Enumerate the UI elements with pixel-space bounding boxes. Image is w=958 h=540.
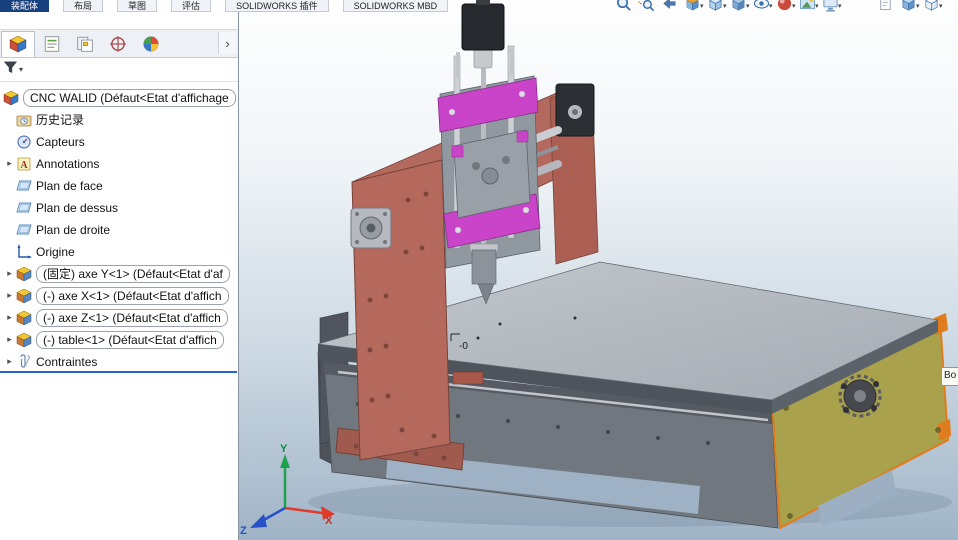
cube-outline-icon[interactable]: ▾ [923,0,946,13]
component-icon [16,288,33,304]
panel-top-space [0,11,238,29]
tree-item[interactable]: ▸ (-) axe Z<1> (Défaut<Etat d'affich [0,307,238,329]
filter-dropdown-caret-icon[interactable]: ▾ [19,65,23,74]
spindle[interactable] [471,249,497,285]
triad-x-label: X [325,515,333,527]
assembly-icon [3,90,20,106]
history-icon [16,112,33,128]
edge-tooltip: Bo [941,367,958,386]
command-tab[interactable]: 草图 [117,0,158,12]
gantry-column[interactable] [351,159,451,461]
expand-arrow-icon[interactable]: ▸ [3,357,16,367]
tree-item[interactable]: Origine [0,241,238,263]
apply-scene-icon[interactable]: ▾ [799,0,822,13]
zoom-fit-icon[interactable] [615,0,638,13]
z-axis-motor[interactable] [461,3,505,51]
heads-up-group: ▾ ▾ ▾ ▾ ▾ ▾ ▾ [615,0,845,13]
plane-icon [16,222,33,238]
tree-item[interactable]: ▸ (-) axe X<1> (Défaut<Etat d'affich [0,285,238,307]
tree-item[interactable]: ▸ A Annotations [0,153,238,175]
tree-item[interactable]: ▸ (-) table<1> (Défaut<Etat d'affich [0,329,238,351]
tree-item[interactable]: Capteurs [0,131,238,153]
origin-icon [16,244,33,260]
section-view-icon[interactable]: ▾ [684,0,707,13]
command-tab[interactable]: 装配体 [0,0,50,12]
component-icon [16,332,33,348]
dropdown-caret-icon[interactable]: ▾ [746,0,750,13]
sensors-icon [16,134,33,150]
dropdown-caret-icon[interactable]: ▾ [792,0,796,13]
tree-item[interactable]: ▸ (固定) axe Y<1> (Défaut<Etat d'af [0,263,238,285]
expand-arrow-icon[interactable]: ▸ [3,313,16,323]
tree-filter-bar: ▾ [0,58,238,82]
panel-flyout-button[interactable]: › [218,32,236,54]
component-icon [16,310,33,326]
filter-funnel-icon[interactable] [3,60,18,80]
svg-text:A: A [20,160,28,171]
component-icon [16,266,33,282]
panel-splitter-bar[interactable] [0,371,237,373]
command-tab[interactable]: 评估 [171,0,212,12]
command-manager-tabs: 装配体 布局 草图 评估 SOLIDWORKS 插件 SOLIDWORKS MBD [0,0,462,12]
view-orientation-icon[interactable]: ▾ [707,0,730,13]
edit-appearance-icon[interactable]: ▾ [776,0,799,13]
annotations-icon: A [16,156,33,172]
property-manager-tab[interactable] [36,31,68,56]
feature-manager-tab[interactable] [1,30,35,57]
command-tab[interactable]: 布局 [63,0,104,12]
previous-view-icon[interactable] [661,0,684,13]
tree-item[interactable]: Plan de droite [0,219,238,241]
tree-item[interactable]: Plan de face [0,175,238,197]
plane-icon [16,178,33,194]
dropdown-caret-icon[interactable]: ▾ [769,0,773,13]
expand-arrow-icon[interactable]: ▸ [3,335,16,345]
zoom-area-icon[interactable] [638,0,661,13]
sheet-icon[interactable] [877,0,900,13]
mates-icon [16,354,33,370]
view-settings-icon[interactable]: ▾ [822,0,845,13]
expand-arrow-icon[interactable]: ▸ [3,291,16,301]
heads-up-group: ▾ ▾ [877,0,946,13]
dropdown-caret-icon[interactable]: ▾ [723,0,727,13]
tree-item[interactable]: CNC WALID (Défaut<Etat d'affichage [0,87,238,109]
hide-show-items-icon[interactable]: ▾ [753,0,776,13]
dropdown-caret-icon[interactable]: ▾ [838,0,842,13]
feature-tree: CNC WALID (Défaut<Etat d'affichage 历史记录 … [0,82,238,373]
feature-manager-panel: › ▾ CNC WALID (Défaut<Etat d'affichage 历… [0,11,239,540]
display-style-icon[interactable]: ▾ [730,0,753,13]
dimxpert-manager-tab[interactable] [102,31,134,56]
triad-z-label: Z [240,525,247,537]
heads-up-toolbar: ▾ ▾ ▾ ▾ ▾ ▾ ▾ ▾ ▾ [615,0,958,13]
plane-icon [16,200,33,216]
origin-annotation: -0 [459,341,468,352]
configuration-manager-tab[interactable] [69,31,101,56]
dropdown-caret-icon[interactable]: ▾ [815,0,819,13]
expand-arrow-icon[interactable]: ▸ [3,269,16,279]
cnc-3d-model[interactable]: -0 Y X Z [238,0,958,540]
display-manager-tab[interactable] [135,31,167,56]
command-tab[interactable]: SOLIDWORKS MBD [342,0,449,12]
tree-item[interactable]: ▸ Contraintes [0,351,238,373]
cube-blue-icon[interactable]: ▾ [900,0,923,13]
tree-item[interactable]: 历史记录 [0,109,238,131]
dropdown-caret-icon[interactable]: ▾ [939,0,943,13]
triad-y-label: Y [280,443,288,455]
tree-item[interactable]: Plan de dessus [0,197,238,219]
dropdown-caret-icon[interactable]: ▾ [916,0,920,13]
expand-arrow-icon[interactable]: ▸ [3,159,16,169]
panel-tab-bar: › [0,29,238,58]
dropdown-caret-icon[interactable]: ▾ [700,0,704,13]
command-tab[interactable]: SOLIDWORKS 插件 [225,0,329,12]
